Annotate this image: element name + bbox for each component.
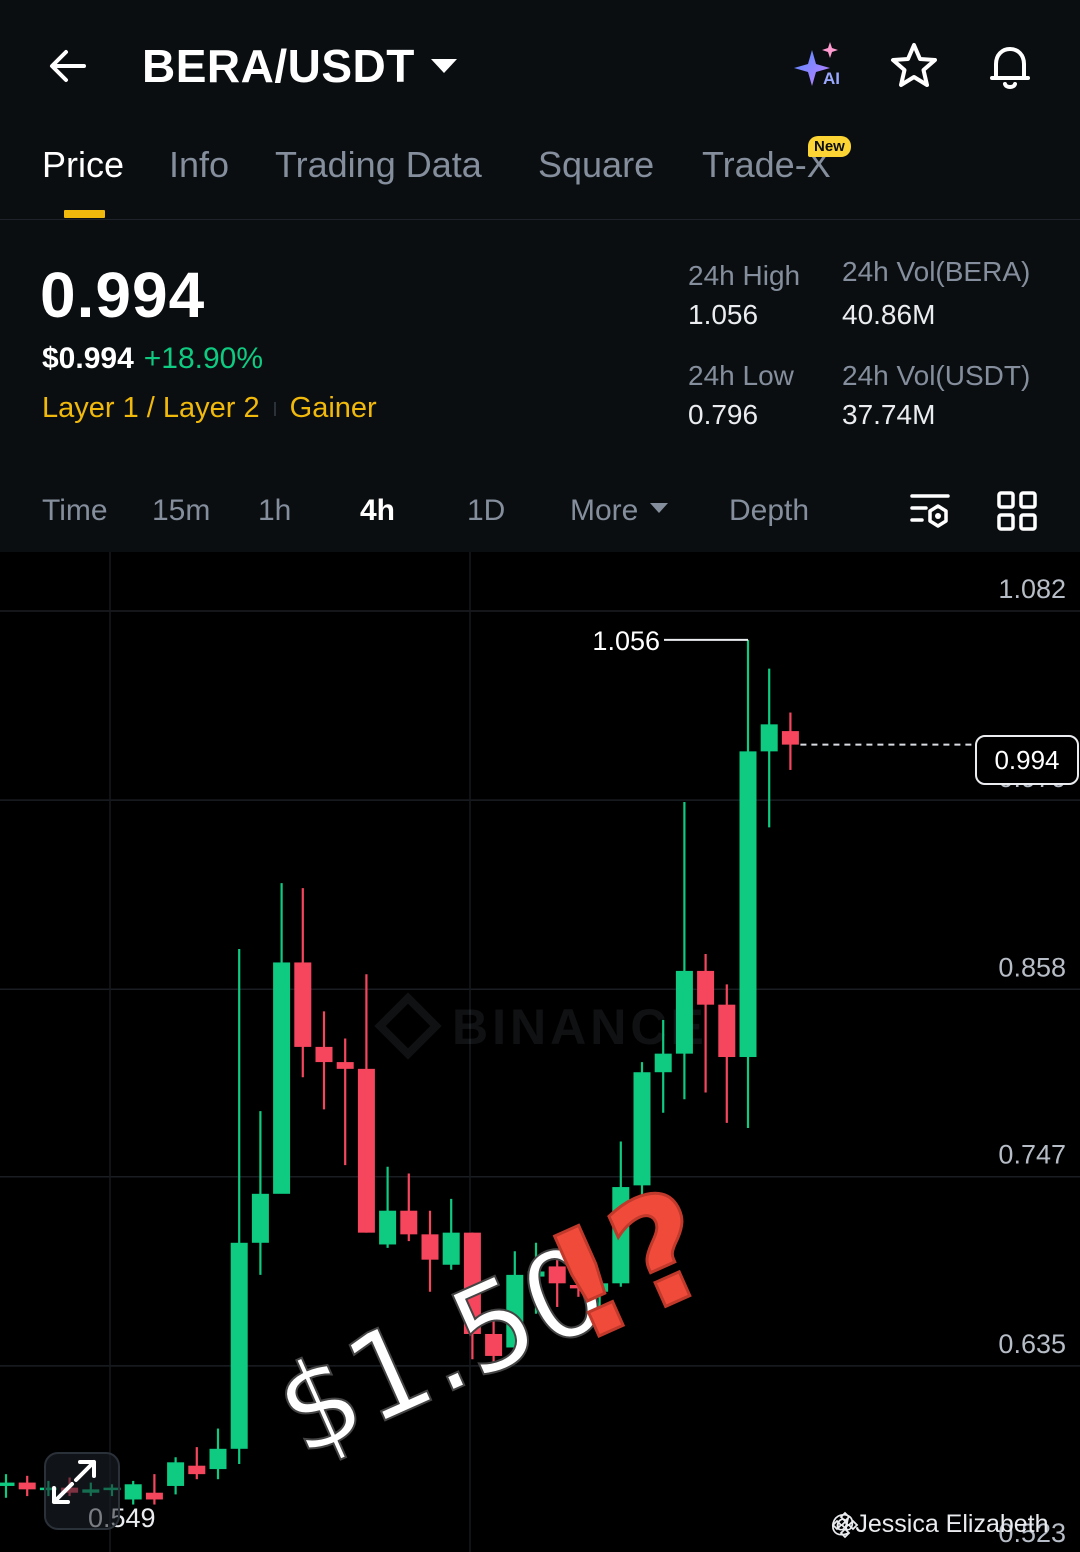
candle-down (294, 962, 312, 1047)
bell-icon (990, 47, 1030, 89)
usd-price: $0.994 (42, 342, 134, 375)
chart-canvas: BINANCE 1.0820.9700.8580.7470.6350.523 1… (0, 552, 1080, 1552)
chart-settings-icon (910, 494, 950, 528)
low-label: 24h Low (688, 360, 794, 391)
interval-15m[interactable]: 15m (152, 494, 210, 528)
interval-1h[interactable]: 1h (258, 494, 291, 528)
candle-down (336, 1062, 354, 1069)
candle-down (400, 1210, 418, 1235)
interval-time[interactable]: Time (42, 494, 108, 528)
candle-up (209, 1448, 227, 1470)
candle-up (760, 724, 778, 752)
vol-base-value: 40.86M (842, 299, 936, 330)
tab-bar: Price Info Trading Data Square Trade-X (0, 130, 1080, 220)
binance-logo-icon (831, 1511, 859, 1539)
favorite-button[interactable] (884, 36, 944, 96)
depth-toggle[interactable]: Depth (729, 494, 809, 528)
current-price-tag: 0.994 (975, 735, 1079, 785)
new-badge: New (808, 136, 851, 157)
expand-chart-button[interactable] (44, 1452, 120, 1530)
alert-button[interactable] (980, 36, 1040, 96)
watermark-credit: @Jessica Elizabeth (830, 1510, 1049, 1539)
watermark-text: BINANCE (452, 999, 708, 1055)
svg-text:AI: AI (823, 69, 840, 88)
ai-sparkle-icon: AI (794, 42, 840, 88)
chevron-down-icon (430, 59, 457, 73)
candle-up (654, 1053, 672, 1073)
candle-up (675, 970, 693, 1054)
vol-base-label: 24h Vol(BERA) (842, 256, 1031, 287)
candle-down (357, 1068, 375, 1233)
interval-more[interactable]: More (570, 494, 669, 528)
y-axis-labels: 1.0820.9700.8580.7470.6350.523 (998, 574, 1066, 1548)
interval-4h[interactable]: 4h (360, 494, 395, 528)
candle-down (781, 731, 799, 745)
y-tick-label: 0.858 (998, 952, 1066, 982)
candle-up (273, 962, 291, 1194)
y-tick-label: 1.082 (998, 574, 1066, 604)
pair-selector[interactable]: BERA/USDT (142, 36, 457, 96)
active-tab-indicator (64, 210, 105, 218)
y-tick-label: 0.635 (998, 1329, 1066, 1359)
interval-1d[interactable]: 1D (467, 494, 505, 528)
vol-quote-label: 24h Vol(USDT) (842, 360, 1031, 391)
change-percent: +18.90% (143, 342, 264, 375)
candle-up (230, 1242, 248, 1449)
star-icon (891, 43, 937, 87)
candle-up (0, 1482, 15, 1486)
grid-layout-icon (997, 491, 1037, 531)
candle-down (188, 1465, 206, 1475)
candle-up (124, 1484, 142, 1500)
vol-quote-value: 37.74M (842, 399, 936, 430)
expand-icon (52, 1460, 96, 1504)
candle-down (315, 1046, 333, 1063)
low-value: 0.796 (688, 399, 759, 430)
tab-trading-data[interactable]: Trading Data (275, 144, 482, 186)
candle-down (718, 1004, 736, 1058)
tag-gainer[interactable]: Gainer (290, 392, 377, 425)
layout-button[interactable] (994, 488, 1040, 534)
tab-square[interactable]: Square (538, 144, 654, 186)
candle-down (697, 970, 715, 1005)
back-arrow-icon (50, 50, 86, 82)
high-value: 1.056 (688, 299, 759, 330)
top-panel: BERA/USDT AI Price Info Trading Data Squ… (0, 0, 1080, 552)
candlestick-chart[interactable]: BINANCE 1.0820.9700.8580.7470.6350.523 1… (0, 552, 1080, 1552)
high-label: 24h High (688, 260, 801, 291)
candle-up (251, 1193, 269, 1243)
high-marker-label: 1.056 (592, 626, 660, 656)
back-button[interactable] (40, 38, 96, 94)
tag-divider (273, 401, 276, 416)
candle-down (18, 1482, 36, 1490)
tab-info[interactable]: Info (169, 144, 229, 186)
last-price: 0.994 (40, 259, 206, 331)
binance-watermark: BINANCE (374, 992, 708, 1060)
chart-settings-button[interactable] (908, 488, 954, 534)
interval-bar: Time 15m 1h 4h 1D More Depth (0, 470, 1080, 552)
candle-down (421, 1234, 439, 1260)
candle-up (379, 1210, 397, 1245)
chevron-down-icon (650, 503, 669, 514)
candle-up (739, 751, 757, 1058)
interval-more-label: More (570, 494, 639, 527)
pair-name: BERA/USDT (142, 40, 415, 92)
tag-layer[interactable]: Layer 1 / Layer 2 (42, 392, 260, 425)
credit-text: @Jessica Elizabeth (830, 1510, 1049, 1538)
price-target-sticker: $1.50 !? (256, 1154, 738, 1485)
ai-button[interactable]: AI (790, 36, 850, 96)
usd-price-line: $0.994 +18.90% (42, 342, 263, 376)
tag-list: Layer 1 / Layer 2 Gainer (42, 392, 377, 425)
candle-up (442, 1232, 460, 1265)
tab-price[interactable]: Price (42, 144, 124, 186)
header: BERA/USDT AI (0, 0, 1080, 130)
y-tick-label: 0.747 (998, 1140, 1066, 1170)
candle-down (145, 1492, 163, 1500)
candle-up (167, 1462, 185, 1486)
